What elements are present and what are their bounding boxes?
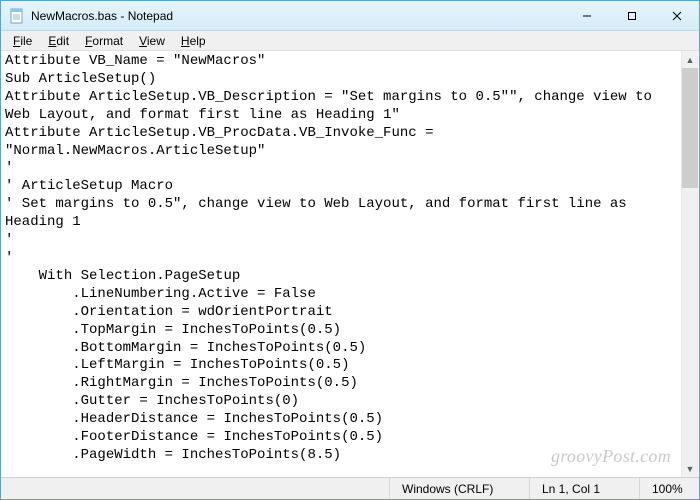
menu-view[interactable]: View [131,32,173,50]
scroll-track[interactable] [682,68,698,460]
text-editor[interactable]: Attribute VB_Name = "NewMacros" Sub Arti… [1,51,699,477]
minimize-button[interactable] [564,1,609,30]
window-controls [564,1,699,30]
close-button[interactable] [654,1,699,30]
status-encoding: Windows (CRLF) [389,478,529,499]
scroll-up-button[interactable]: ▲ [682,51,698,68]
window-title: NewMacros.bas - Notepad [31,9,564,23]
notepad-icon [9,8,25,24]
menu-edit[interactable]: Edit [40,32,77,50]
scroll-thumb[interactable] [682,68,698,188]
menu-format[interactable]: Format [77,32,131,50]
maximize-button[interactable] [609,1,654,30]
editor-area: Attribute VB_Name = "NewMacros" Sub Arti… [1,51,699,477]
menubar: File Edit Format View Help [1,31,699,51]
titlebar: NewMacros.bas - Notepad [1,1,699,31]
vertical-scrollbar[interactable]: ▲ ▼ [681,51,698,477]
statusbar: Windows (CRLF) Ln 1, Col 1 100% [1,477,699,499]
menu-file[interactable]: File [5,32,40,50]
menu-help[interactable]: Help [173,32,214,50]
scroll-down-button[interactable]: ▼ [682,460,698,477]
status-position: Ln 1, Col 1 [529,478,639,499]
status-zoom: 100% [639,478,699,499]
